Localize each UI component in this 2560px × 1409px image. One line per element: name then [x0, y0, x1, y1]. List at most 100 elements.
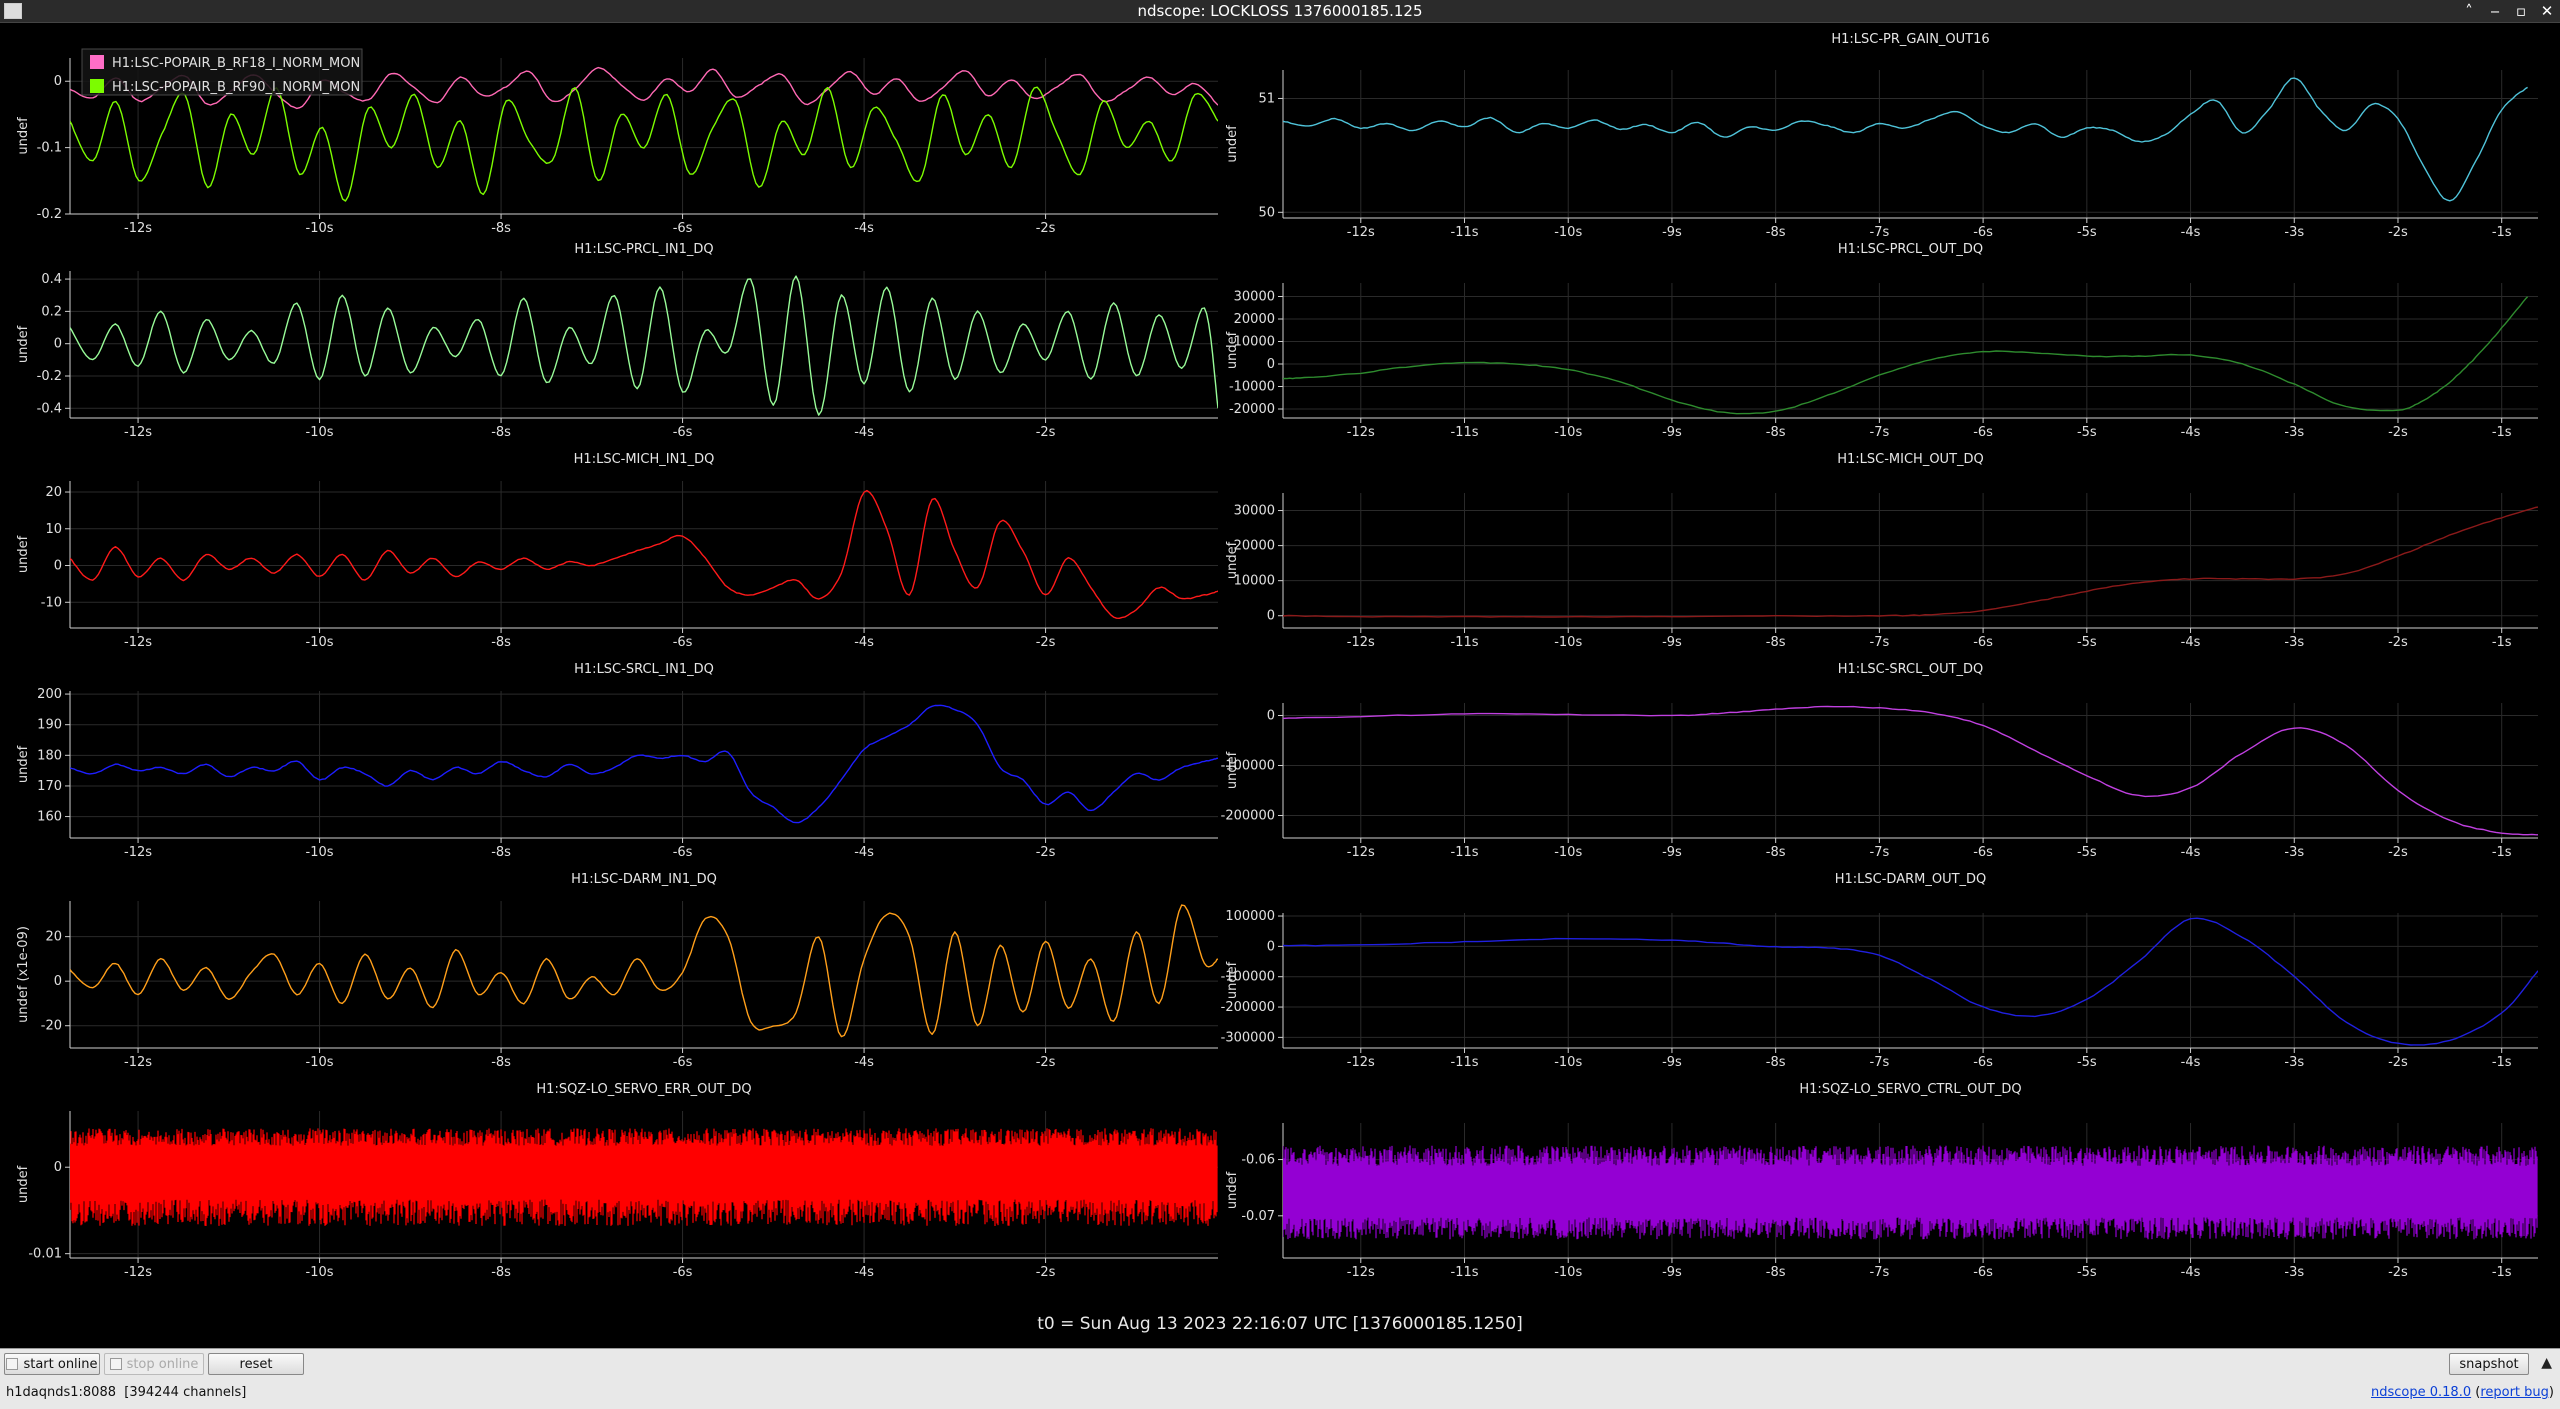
snapshot-button[interactable]: snapshot [2449, 1353, 2529, 1375]
shade-window-icon[interactable]: ˄ [2462, 2, 2476, 20]
x-tick-label: -7s [1870, 225, 1890, 240]
plot-panel-1[interactable]: -12s -10s -8s -6s -4s -2s 0 -0.1 -0.2 undef H1:LSC… [16, 48, 1218, 236]
x-tick-label: -5s [2077, 635, 2097, 650]
y-tick-label: 0 [54, 559, 62, 574]
plot-panel-11[interactable]: H1:SQZ-LO_SERVO_ERR_OUT_DQ -12s -10s -8s -6s… [16, 1082, 1218, 1280]
status-bar: h1daqnds1:8088 [394244 channels] ndscope… [0, 1378, 2560, 1409]
x-tick-label: -9s [1662, 225, 1682, 240]
x-tick-label: -10s [306, 1055, 334, 1070]
plot-title: H1:SQZ-LO_SERVO_ERR_OUT_DQ [536, 1082, 751, 1097]
start-online-icon [6, 1358, 19, 1370]
y-axis-label: undef [16, 117, 31, 155]
plot-panel-9[interactable]: H1:LSC-DARM_IN1_DQ -12s -10s -8s -6s -4s -2s 20… [16, 872, 1218, 1070]
y-tick-label: 51 [1258, 91, 1275, 106]
y-tick-label: 0 [1267, 609, 1275, 624]
x-tick-label: -2s [1036, 425, 1056, 440]
x-tick-label: -1s [2492, 425, 2512, 440]
y-tick-label: -20 [41, 1019, 62, 1034]
x-tick-label: -10s [306, 425, 334, 440]
maximize-window-icon[interactable]: ▫ [2514, 2, 2528, 20]
x-tick-label: -5s [2077, 425, 2097, 440]
x-tick-label: -2s [2388, 1055, 2408, 1070]
x-tick-label: -11s [1451, 1055, 1479, 1070]
y-tick-label: -0.2 [37, 207, 62, 222]
x-tick-label: -4s [2181, 635, 2201, 650]
stop-online-button[interactable]: stop online [104, 1353, 204, 1375]
version-link[interactable]: ndscope 0.18.0 [2371, 1385, 2471, 1400]
x-tick-label: -7s [1870, 845, 1890, 860]
plot-grid[interactable]: -12s -10s -8s -6s -4s -2s0-0.1-0.2undefH1:LSC… [0, 22, 2560, 1312]
version-info: ndscope 0.18.0 (report bug) [2371, 1385, 2554, 1400]
y-tick-label: -0.01 [28, 1247, 62, 1262]
x-tick-label: -4s [854, 221, 874, 236]
x-tick-label: -4s [2181, 225, 2201, 240]
close-window-icon[interactable]: ✕ [2540, 2, 2554, 20]
x-tick-label: -6s [1973, 635, 1993, 650]
channel-count: [394244 channels] [124, 1385, 247, 1400]
y-tick-label: 50 [1258, 205, 1275, 220]
plot-panel-12[interactable]: H1:SQZ-LO_SERVO_CTRL_OUT_DQ -12s -11s -10s -… [1225, 1082, 2538, 1280]
x-tick-label: -6s [1973, 845, 1993, 860]
start-online-label: start online [23, 1356, 98, 1372]
x-tick-label: -7s [1870, 635, 1890, 650]
plot-panel-6[interactable]: H1:LSC-MICH_OUT_DQ -12s -11s -10s -9s -8s -7s -… [1225, 452, 2538, 650]
plot-panel-10[interactable]: H1:LSC-DARM_OUT_DQ -12s -11s -10s -9s -8s -7s -… [1221, 872, 2538, 1070]
x-tick-label: -12s [124, 1055, 152, 1070]
x-tick-label: -1s [2492, 635, 2512, 650]
plot-title: H1:LSC-PRCL_IN1_DQ [574, 242, 713, 257]
x-tick-label: -2s [2388, 1265, 2408, 1280]
plot-title: H1:LSC-DARM_IN1_DQ [571, 872, 717, 887]
minimize-window-icon[interactable]: ‒ [2488, 2, 2502, 20]
x-tick-label: -6s [1973, 425, 1993, 440]
x-tick-label: -10s [306, 221, 334, 236]
plot-title: H1:LSC-SRCL_IN1_DQ [574, 662, 714, 677]
plot-panel-7[interactable]: H1:LSC-SRCL_IN1_DQ -12s -10s -8s -6s -4s -2s 20… [16, 662, 1218, 860]
x-tick-label: -6s [673, 425, 693, 440]
x-tick-label: -10s [1554, 635, 1582, 650]
x-tick-label: -4s [854, 425, 874, 440]
x-tick-label: -12s [124, 635, 152, 650]
plot-panel-3[interactable]: H1:LSC-PRCL_IN1_DQ -12s -10s -8s -6s -4s -2s 0.… [16, 242, 1218, 440]
start-online-button[interactable]: start online [4, 1353, 100, 1375]
collapse-panel-icon[interactable]: ▲ [2541, 1355, 2552, 1371]
y-axis-label: undef [1225, 541, 1240, 579]
x-tick-label: -4s [2181, 425, 2201, 440]
server-address: h1daqnds1:8088 [6, 1385, 116, 1400]
y-axis-label: undef [16, 535, 31, 573]
series-line [1283, 917, 2538, 1046]
x-tick-label: -3s [2284, 225, 2304, 240]
report-bug-link[interactable]: report bug [2480, 1385, 2549, 1400]
x-tick-label: -6s [1973, 1055, 1993, 1070]
x-tick-label: -8s [491, 635, 511, 650]
x-tick-label: -4s [854, 1265, 874, 1280]
x-tick-label: -4s [854, 1055, 874, 1070]
window-title: ndscope: LOCKLOSS 1376000185.125 [1137, 2, 1423, 20]
x-tick-label: -8s [1766, 1265, 1786, 1280]
y-tick-label: 20 [45, 485, 62, 500]
y-tick-label: 100000 [1225, 909, 1275, 924]
x-tick-label: -10s [1554, 425, 1582, 440]
y-tick-label: 30000 [1234, 504, 1275, 519]
x-tick-label: -3s [2284, 1265, 2304, 1280]
plot-panel-8[interactable]: H1:LSC-SRCL_OUT_DQ -12s -11s -10s -9s -8s -7s -… [1221, 662, 2538, 860]
window-controls: ˄ ‒ ▫ ✕ [2462, 0, 2554, 22]
x-tick-label: -1s [2492, 1055, 2512, 1070]
legend-swatch [90, 79, 104, 93]
x-tick-label: -6s [1973, 225, 1993, 240]
x-tick-label: -8s [1766, 225, 1786, 240]
plot-panel-4[interactable]: H1:LSC-PRCL_OUT_DQ -12s -11s -10s -9s -8s -7s -… [1225, 242, 2538, 440]
x-tick-label: -11s [1451, 1265, 1479, 1280]
plot-panel-2[interactable]: H1:LSC-PR_GAIN_OUT16 -12s -11s -10s -9s -8s -7… [1225, 32, 2538, 240]
x-tick-label: -10s [1554, 225, 1582, 240]
x-tick-label: -2s [2388, 425, 2408, 440]
y-tick-label: 0 [1267, 939, 1275, 954]
reset-button[interactable]: reset [208, 1353, 304, 1375]
stop-online-icon [109, 1358, 122, 1370]
x-tick-label: -12s [124, 845, 152, 860]
plot-panel-5[interactable]: H1:LSC-MICH_IN1_DQ -12s -10s -8s -6s -4s -2s 20… [16, 452, 1218, 650]
x-tick-label: -9s [1662, 1055, 1682, 1070]
y-tick-label: -0.07 [1241, 1209, 1275, 1224]
y-tick-label: -300000 [1221, 1030, 1275, 1045]
x-tick-label: -6s [673, 845, 693, 860]
x-tick-label: -12s [1347, 225, 1375, 240]
